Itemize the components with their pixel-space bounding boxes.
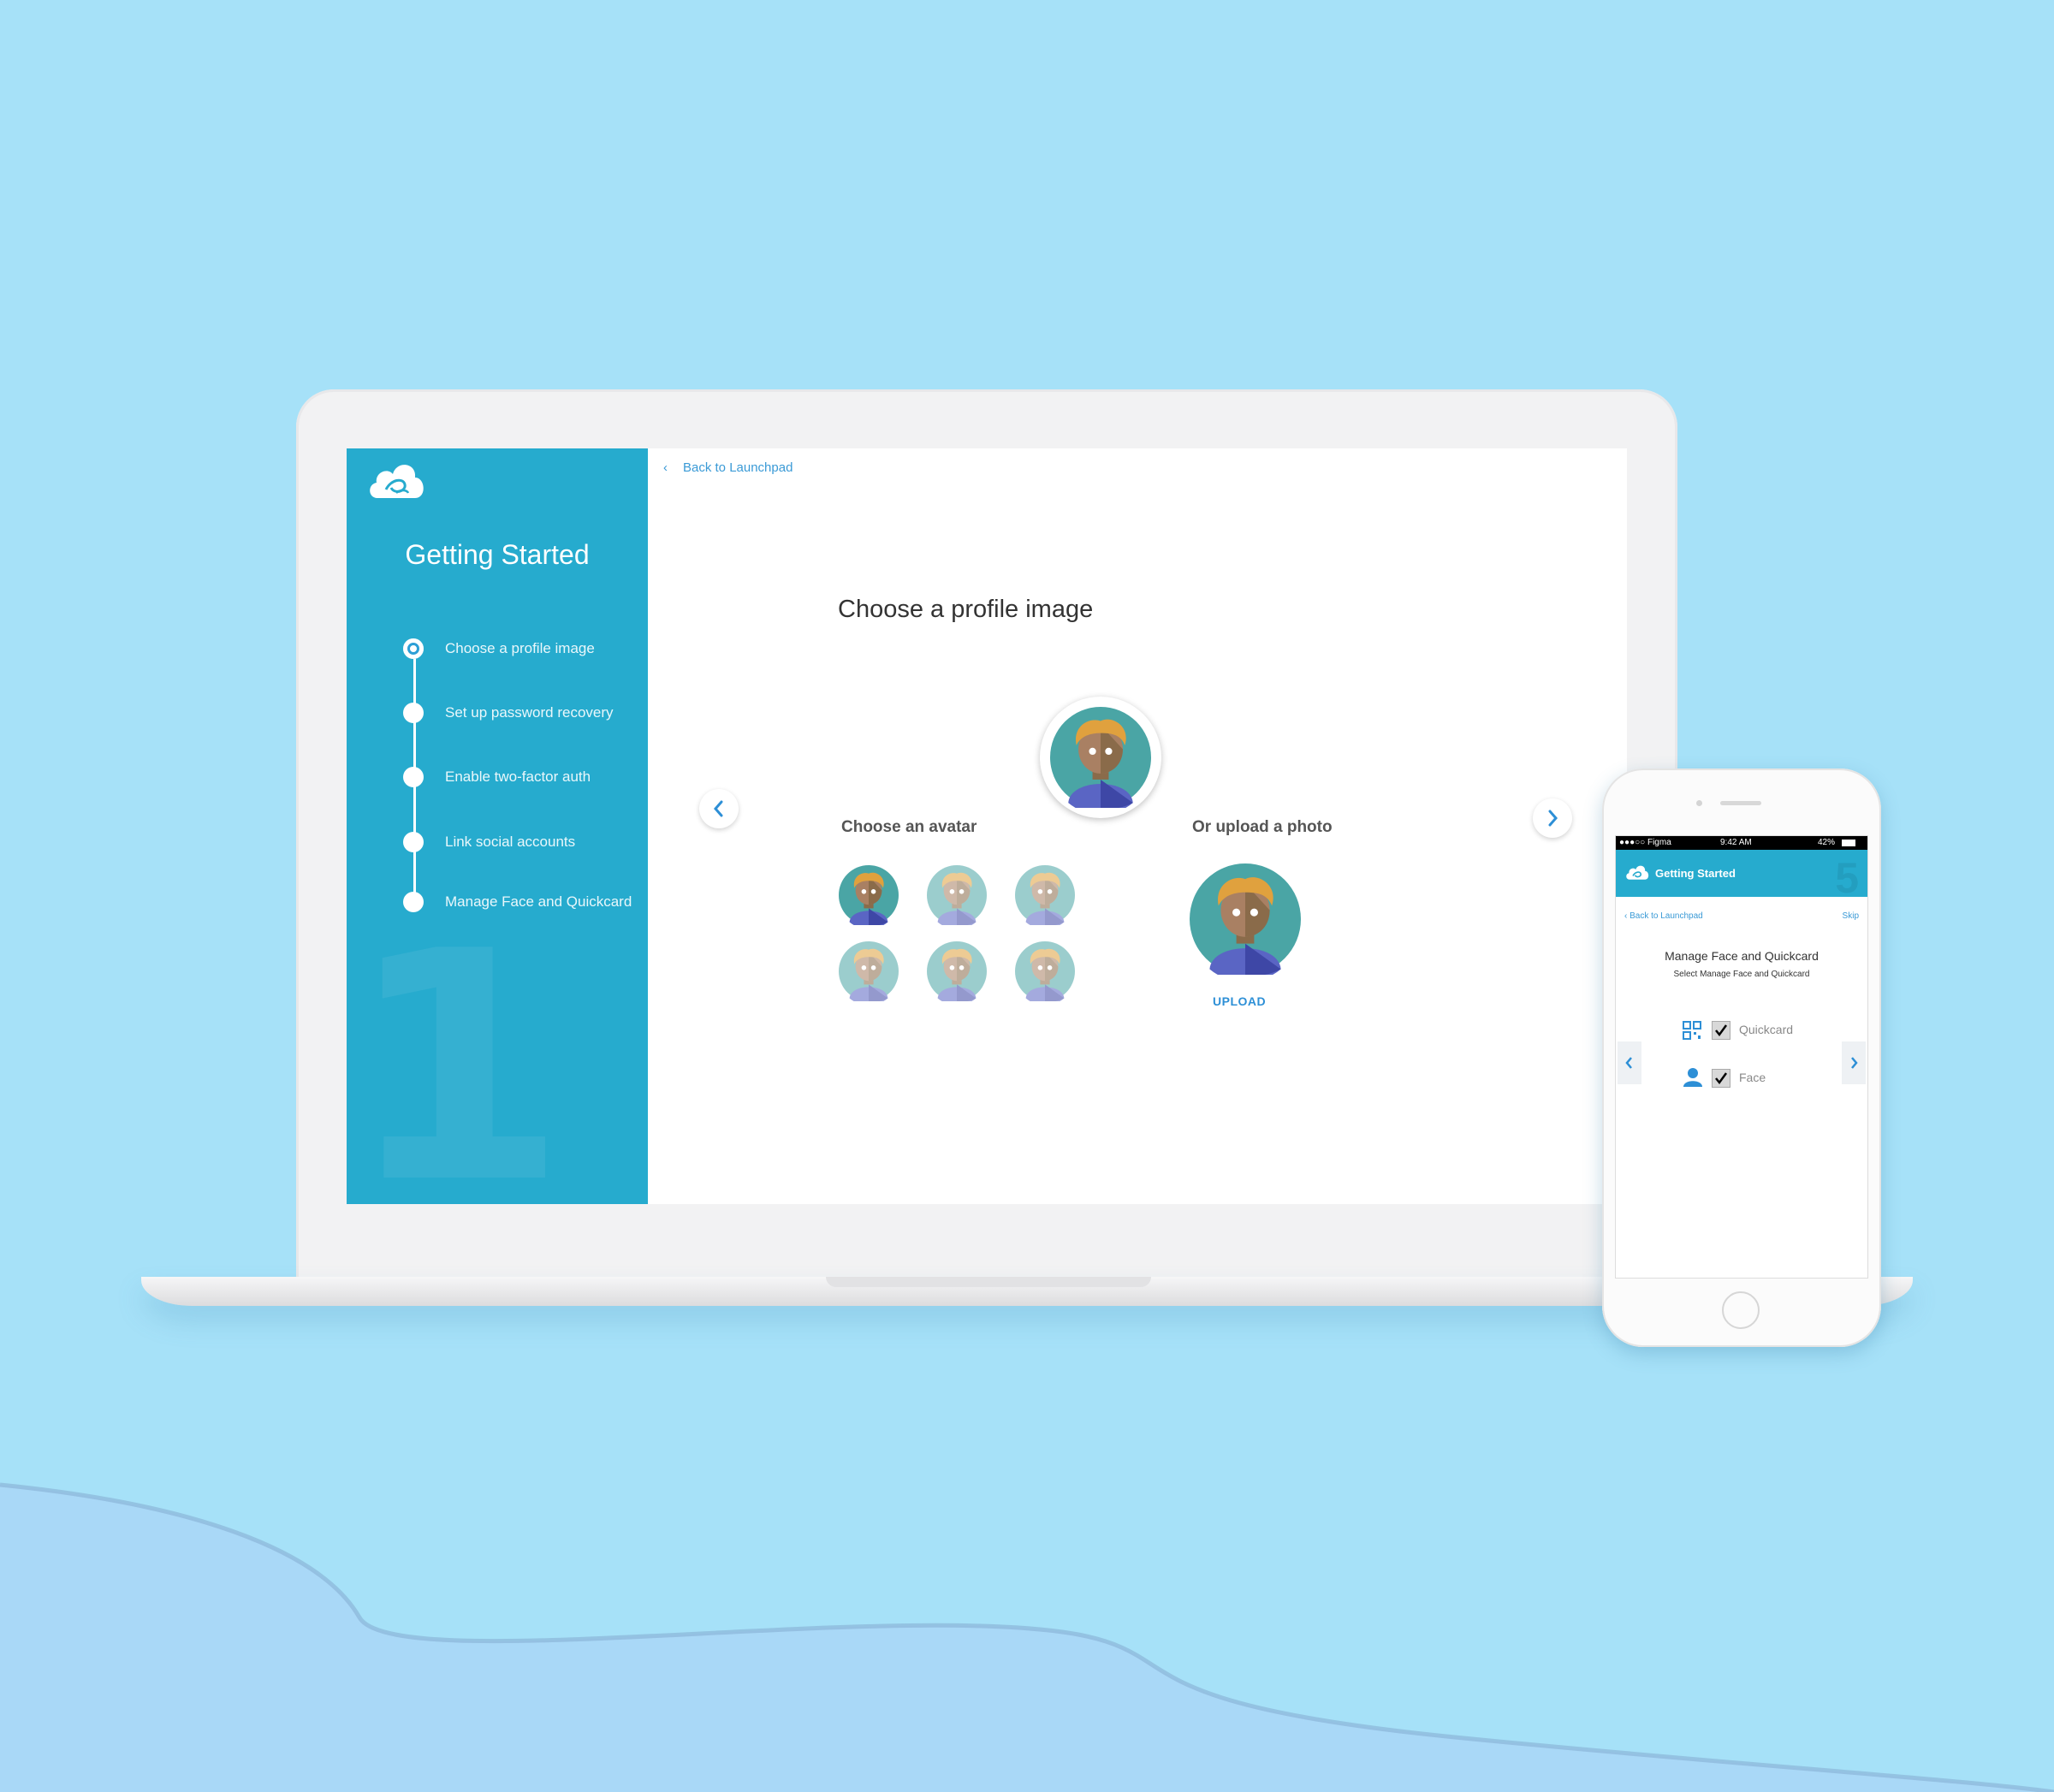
avatar-image bbox=[839, 941, 899, 1006]
face-checkbox[interactable] bbox=[1712, 1069, 1730, 1088]
step-label: Manage Face and Quickcard bbox=[445, 893, 632, 910]
chevron-right-icon bbox=[1548, 810, 1558, 827]
phone-heading: Manage Face and Quickcard bbox=[1665, 949, 1819, 963]
step-indicator bbox=[403, 767, 424, 787]
phone-subheading: Select Manage Face and Quickcard bbox=[1673, 970, 1810, 979]
avatar-option[interactable] bbox=[927, 865, 987, 929]
step-number-watermark: 1 bbox=[347, 885, 567, 1204]
avatar-option[interactable] bbox=[927, 941, 987, 1006]
avatar-image bbox=[927, 865, 987, 929]
step-label: Enable two-factor auth bbox=[445, 768, 591, 785]
step-indicator-active bbox=[403, 638, 424, 659]
phone-frame: ●●●○○ Figma 9:42 AM 42% Getting Started … bbox=[1602, 768, 1881, 1347]
step-manage-face-quickcard[interactable]: Manage Face and Quickcard bbox=[403, 889, 643, 915]
qr-code-icon bbox=[1683, 1021, 1701, 1040]
quickcard-checkbox[interactable] bbox=[1712, 1021, 1730, 1040]
avatar-option[interactable] bbox=[839, 941, 899, 1006]
step-choose-profile-image[interactable]: Choose a profile image bbox=[403, 636, 643, 662]
upload-photo-label: Or upload a photo bbox=[1192, 818, 1333, 836]
step-password-recovery[interactable]: Set up password recovery bbox=[403, 700, 643, 726]
status-time: 9:42 AM bbox=[1720, 838, 1752, 847]
step-indicator bbox=[403, 703, 424, 723]
home-button[interactable] bbox=[1722, 1291, 1760, 1329]
avatar-option[interactable] bbox=[1015, 865, 1075, 929]
carrier-label: ●●●○○ Figma bbox=[1619, 838, 1671, 847]
avatar-option[interactable] bbox=[839, 865, 899, 929]
chevron-left-icon bbox=[1625, 1057, 1632, 1069]
step-label: Choose a profile image bbox=[445, 640, 595, 656]
phone-speaker bbox=[1720, 801, 1761, 805]
face-option[interactable]: Face bbox=[1683, 1067, 1820, 1089]
phone-screen: ●●●○○ Figma 9:42 AM 42% Getting Started … bbox=[1616, 836, 1867, 1278]
phone-header: Getting Started 5 bbox=[1616, 850, 1867, 902]
previous-button[interactable] bbox=[699, 789, 739, 828]
phone-back-label: Back to Launchpad bbox=[1630, 911, 1703, 921]
phone-previous-button[interactable] bbox=[1618, 1041, 1641, 1084]
quickcard-option[interactable]: Quickcard bbox=[1683, 1019, 1820, 1041]
step-two-factor-auth[interactable]: Enable two-factor auth bbox=[403, 764, 643, 790]
sidebar: 1 Getting Started Choose a profile image… bbox=[347, 448, 648, 1204]
upload-avatar-image bbox=[1190, 863, 1301, 982]
phone-step-watermark: 5 bbox=[1835, 854, 1859, 902]
quickcard-label: Quickcard bbox=[1739, 1023, 1794, 1036]
chevron-left-icon bbox=[714, 800, 723, 817]
avatar-option[interactable] bbox=[1015, 941, 1075, 1006]
selected-avatar-image bbox=[1050, 707, 1151, 808]
avatar-image bbox=[839, 865, 899, 929]
upload-photo-preview[interactable] bbox=[1190, 863, 1301, 982]
cloud-logo-icon bbox=[1626, 865, 1649, 880]
avatar-grid bbox=[839, 865, 1095, 1006]
next-button[interactable] bbox=[1533, 798, 1572, 838]
phone-camera bbox=[1696, 800, 1702, 806]
step-indicator bbox=[403, 832, 424, 852]
laptop-screen: 1 Getting Started Choose a profile image… bbox=[347, 448, 1627, 1204]
chevron-right-icon bbox=[1851, 1057, 1858, 1069]
battery-label: 42% bbox=[1818, 838, 1836, 847]
chevron-left-icon: ‹ bbox=[663, 460, 668, 475]
avatar-image bbox=[1015, 941, 1075, 1006]
selected-avatar-preview bbox=[1040, 697, 1161, 818]
skip-link[interactable]: Skip bbox=[1843, 911, 1859, 921]
cloud-logo-icon bbox=[370, 465, 424, 498]
checkmark-icon bbox=[1715, 1072, 1728, 1085]
step-label: Set up password recovery bbox=[445, 704, 614, 721]
checkmark-icon bbox=[1715, 1024, 1728, 1037]
step-indicator bbox=[403, 892, 424, 912]
page-title: Choose a profile image bbox=[838, 596, 1094, 623]
face-label: Face bbox=[1739, 1071, 1766, 1084]
phone-next-button[interactable] bbox=[1842, 1041, 1866, 1084]
step-label: Link social accounts bbox=[445, 834, 576, 850]
person-icon bbox=[1683, 1068, 1702, 1087]
laptop-notch bbox=[826, 1277, 1151, 1287]
sidebar-title: Getting Started bbox=[405, 539, 590, 570]
upload-button[interactable]: UPLOAD bbox=[1213, 994, 1266, 1008]
avatar-image bbox=[927, 941, 987, 1006]
battery-icon bbox=[1842, 840, 1855, 846]
phone-back-link[interactable]: ‹ Back to Launchpad bbox=[1624, 911, 1703, 921]
back-link-label: Back to Launchpad bbox=[683, 460, 793, 475]
phone-header-title: Getting Started bbox=[1655, 867, 1736, 880]
avatar-image bbox=[1015, 865, 1075, 929]
step-link-social-accounts[interactable]: Link social accounts bbox=[403, 829, 643, 855]
status-bar: ●●●○○ Figma 9:42 AM 42% bbox=[1616, 836, 1867, 850]
choose-avatar-label: Choose an avatar bbox=[841, 818, 977, 836]
back-to-launchpad-link[interactable]: ‹ Back to Launchpad bbox=[663, 460, 793, 475]
